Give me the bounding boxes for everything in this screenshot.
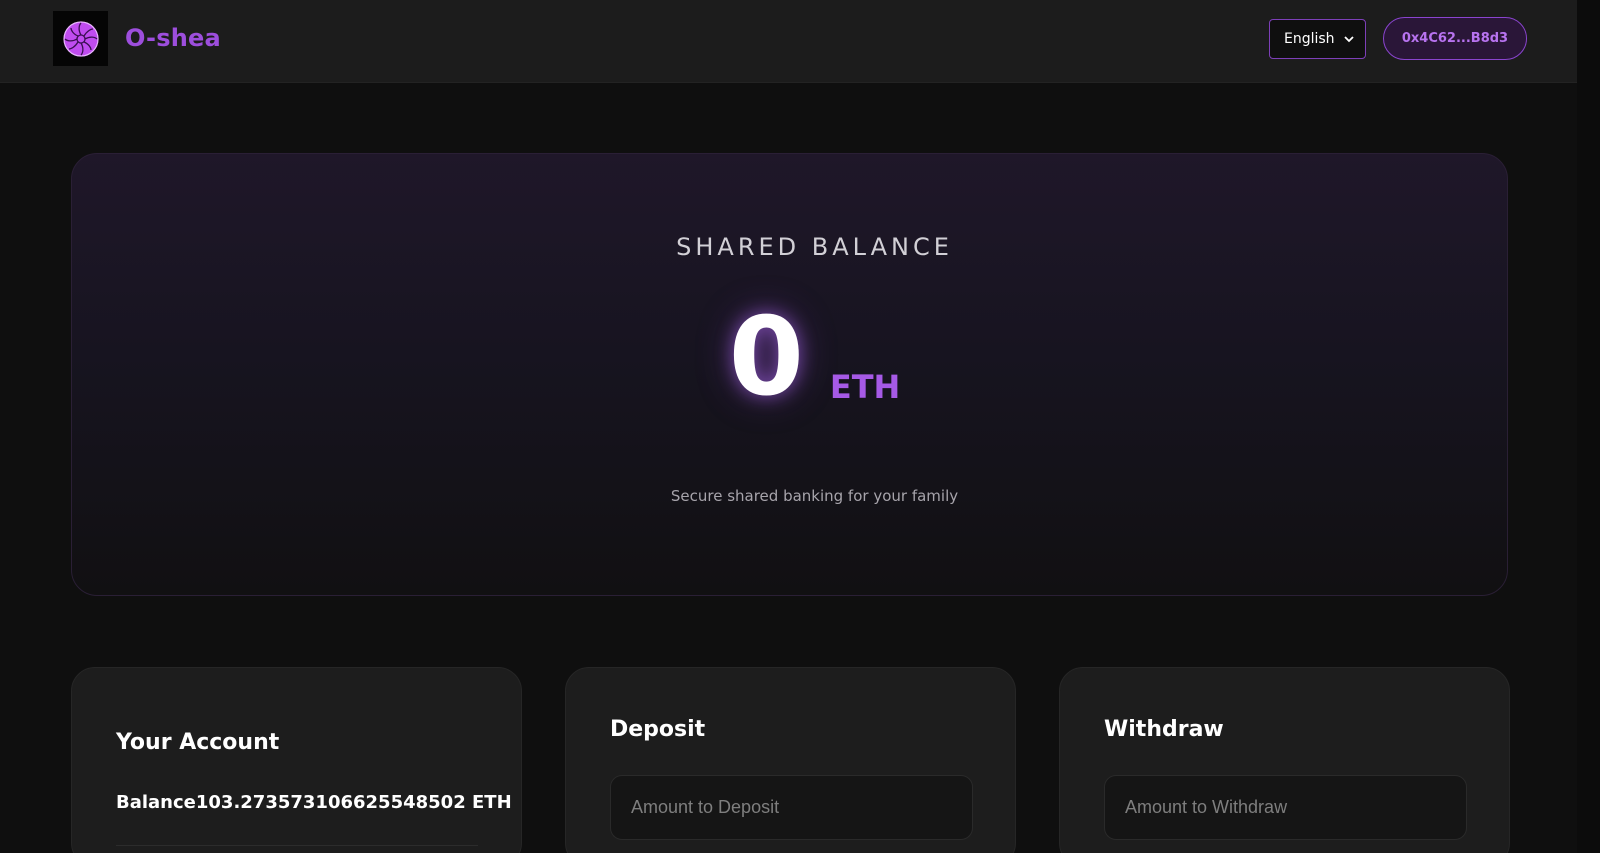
lotus-logo-svg (62, 20, 99, 57)
deposit-card-title: Deposit (610, 717, 706, 742)
language-select[interactable]: English (1269, 19, 1366, 59)
account-card-title: Your Account (116, 730, 280, 755)
brand-name[interactable]: O-shea (125, 24, 221, 52)
app-page: O-shea English 0x4C62...B8d3 SHARED BALA… (0, 0, 1600, 853)
deposit-card: Deposit (565, 667, 1016, 853)
chevron-down-icon (1344, 36, 1354, 43)
shared-balance-amount-row: 0 ETH (72, 304, 1507, 412)
shared-balance-subtitle: Secure shared banking for your family (670, 487, 959, 505)
shared-balance-unit: ETH (829, 368, 901, 406)
shared-balance-amount: 0 (728, 295, 804, 420)
scrollbar-track[interactable] (1577, 0, 1600, 853)
withdraw-card: Withdraw (1059, 667, 1510, 853)
withdraw-card-title: Withdraw (1104, 717, 1224, 742)
wallet-address-button[interactable]: 0x4C62...B8d3 (1383, 17, 1527, 60)
deposit-amount-input[interactable] (610, 775, 973, 840)
language-select-value: English (1284, 31, 1335, 47)
divider (116, 845, 478, 846)
account-card: Your Account Balance103.2735731066255485… (71, 667, 522, 853)
lotus-logo-icon[interactable] (53, 11, 108, 66)
shared-balance-card: SHARED BALANCE 0 ETH Secure shared banki… (71, 153, 1508, 596)
account-balance: Balance103.273573106625548502 ETH (116, 792, 512, 813)
shared-balance-title: SHARED BALANCE (676, 233, 953, 261)
top-header: O-shea English 0x4C62...B8d3 (0, 0, 1577, 83)
withdraw-amount-input[interactable] (1104, 775, 1467, 840)
